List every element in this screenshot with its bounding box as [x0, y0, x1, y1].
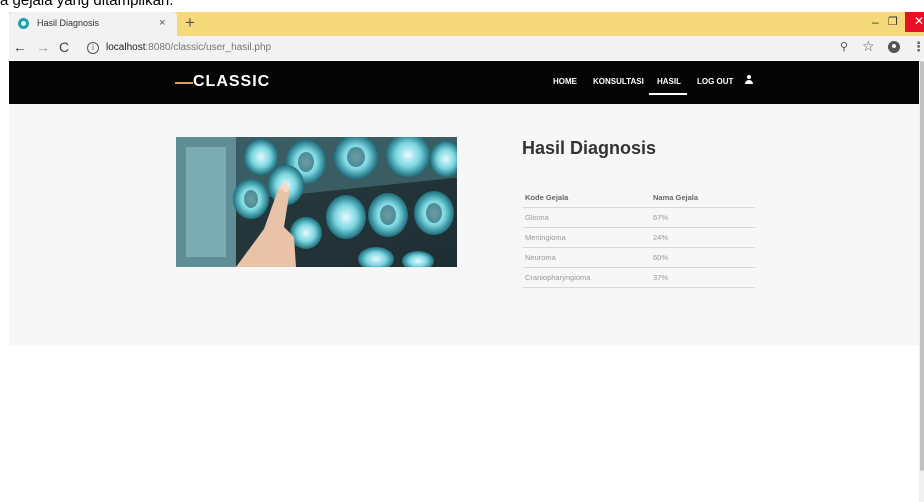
maximize-icon[interactable]: ❐ [888, 15, 898, 28]
star-icon[interactable]: ☆ [862, 38, 875, 55]
reload-icon[interactable]: C [59, 39, 69, 55]
table-cell: Glioma [523, 207, 651, 228]
page-title: Hasil Diagnosis [522, 138, 657, 158]
tab-title: Hasil Diagnosis [37, 18, 100, 28]
nav-home[interactable]: HOME [553, 77, 577, 86]
nav-hasil[interactable]: HASIL [657, 77, 681, 86]
address-bar: ← → C i localhost:8080/classic/user_hasi… [9, 36, 924, 60]
scrollbar-thumb[interactable] [920, 61, 924, 471]
forward-arrow-icon[interactable]: → [36, 39, 50, 55]
diagnosis-table: Kode Gejala Nama Gejala Glioma 67% Menin… [523, 188, 755, 288]
table-row: Neuroma 60% [523, 247, 755, 268]
document-caption: a gejala yang ditampilkan. [0, 0, 174, 9]
nav-active-underline [649, 93, 687, 95]
new-tab-button[interactable]: + [185, 13, 195, 33]
brain-mri-image [176, 137, 457, 267]
main-section: Hasil Diagnosis Kode Gejala Nama Gejala … [9, 104, 919, 345]
table-header-cell: Kode Gejala [523, 188, 651, 208]
brain-scan-illustration [176, 137, 457, 267]
nav-konsultasi[interactable]: KONSULTASI [593, 77, 644, 86]
menu-icon[interactable]: ⋮ [912, 39, 924, 55]
table-cell: Craniopharyngioma [523, 267, 651, 288]
table-header-row: Kode Gejala Nama Gejala [523, 188, 755, 208]
browser-tab[interactable]: Hasil Diagnosis × [9, 12, 177, 36]
url-field[interactable]: localhost:8080/classic/user_hasil.php [106, 42, 271, 53]
user-icon[interactable] [744, 75, 754, 86]
tab-close-icon[interactable]: × [159, 16, 165, 30]
site-logo[interactable]: CLASSIC [193, 73, 270, 91]
close-icon[interactable]: ✕ [905, 12, 924, 32]
favicon-icon [18, 18, 29, 29]
table-cell: 60% [651, 247, 755, 268]
nav-logout[interactable]: LOG OUT [697, 77, 733, 86]
table-cell: Meningioma [523, 227, 651, 248]
table-header-cell: Nama Gejala [651, 188, 755, 208]
table-cell: 67% [651, 207, 755, 228]
minimize-icon[interactable]: – [872, 15, 879, 29]
url-host: localhost [106, 42, 146, 53]
browser-tab-strip: Hasil Diagnosis × + – ❐ ✕ [9, 12, 924, 36]
info-icon[interactable]: i [87, 42, 99, 54]
table-row: Meningioma 24% [523, 227, 755, 248]
logo-accent-bar [175, 82, 193, 84]
site-header: CLASSIC HOME KONSULTASI HASIL LOG OUT [9, 61, 919, 104]
zoom-icon[interactable]: ⚲ [840, 40, 848, 53]
table-cell: Neuroma [523, 247, 651, 268]
table-row: Glioma 67% [523, 207, 755, 228]
table-cell: 37% [651, 267, 755, 288]
back-arrow-icon[interactable]: ← [13, 39, 27, 55]
url-path: :8080/classic/user_hasil.php [145, 42, 272, 53]
table-cell: 24% [651, 227, 755, 248]
table-row: Craniopharyngioma 37% [523, 267, 755, 288]
account-icon[interactable] [888, 41, 900, 53]
